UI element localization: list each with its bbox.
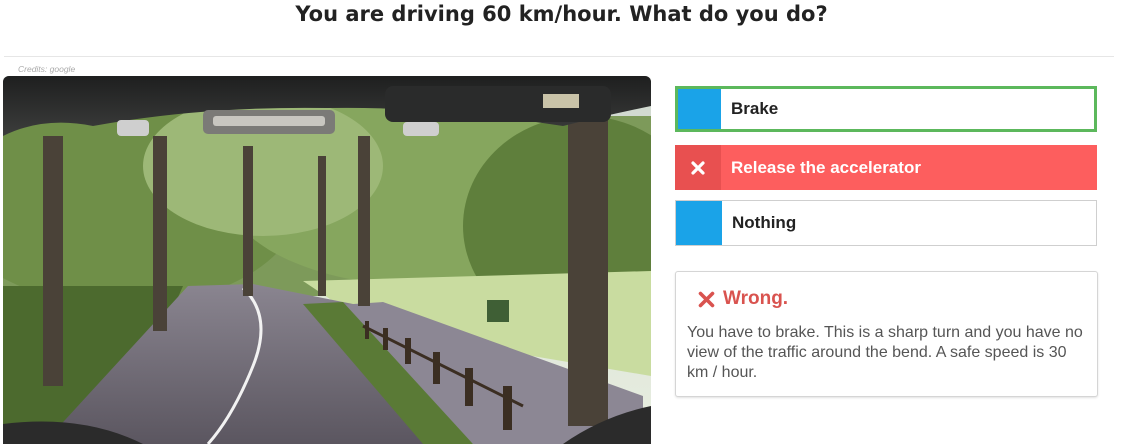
feedback-text: You have to brake. This is a sharp turn … [687,324,1083,381]
option-label: Nothing [732,213,797,232]
divider [4,56,1114,57]
option-label: Brake [731,99,779,118]
option-brake[interactable]: Brake [675,86,1097,132]
question-title: You are driving 60 km/hour. What do you … [295,2,828,26]
option-marker [676,201,722,245]
option-release-accelerator[interactable]: Release the accelerator [675,145,1097,190]
feedback-panel: Wrong. You have to brake. This is a shar… [675,271,1098,397]
image-credits: Credits: google [18,64,76,74]
option-label: Release the accelerator [731,157,921,177]
option-marker [675,145,721,190]
driving-scene-image [3,76,651,444]
road-illustration [3,76,651,444]
close-icon [698,291,715,307]
feedback-title: Wrong. [723,288,789,309]
option-marker [678,89,721,129]
close-icon [691,160,705,175]
feedback-header: Wrong. [698,288,788,310]
option-nothing[interactable]: Nothing [675,200,1097,246]
